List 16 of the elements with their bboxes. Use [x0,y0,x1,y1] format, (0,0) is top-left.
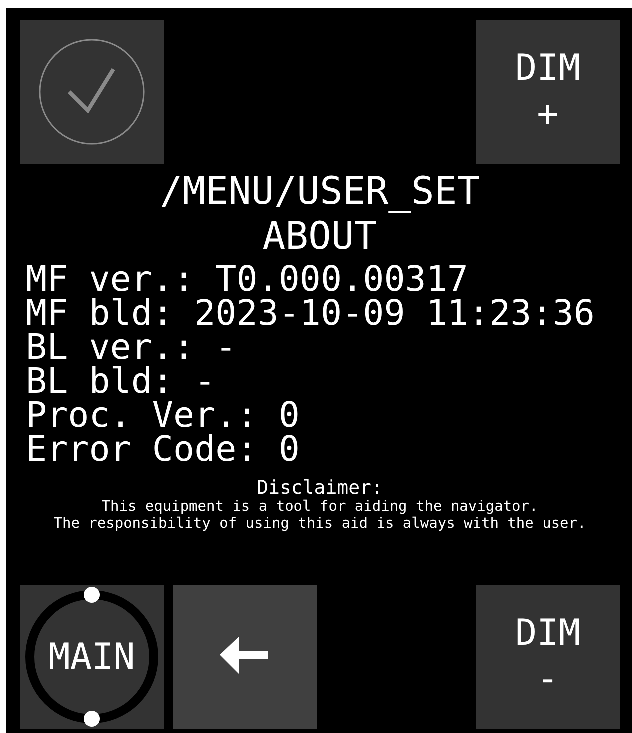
info-line: MF ver.: T0.000.00317 [26,263,469,297]
dim-down-button[interactable]: DIM - [476,585,620,729]
disclaimer-text: The responsibility of using this aid is always with the user. [52,516,588,533]
dim-up-button[interactable]: DIM + [476,20,620,164]
disclaimer-text: This equipment is a tool for aiding the navigator. [100,499,540,516]
back-button[interactable] [173,585,317,729]
info-line: MF bld: 2023-10-09 11:23:36 [26,297,596,331]
checkmark-circle-icon [38,38,146,146]
info-line: BL bld: - [26,365,216,399]
page-title: ABOUT [262,213,378,259]
info-line: Error Code: 0 [26,433,301,467]
disclaimer-heading: Disclaimer: [256,477,384,499]
menu-path: /MENU/USER_SET [158,169,482,213]
info-line: Proc. Ver.: 0 [26,399,301,433]
info-line: BL ver.: - [26,331,238,365]
main-button[interactable]: MAIN [20,585,164,729]
